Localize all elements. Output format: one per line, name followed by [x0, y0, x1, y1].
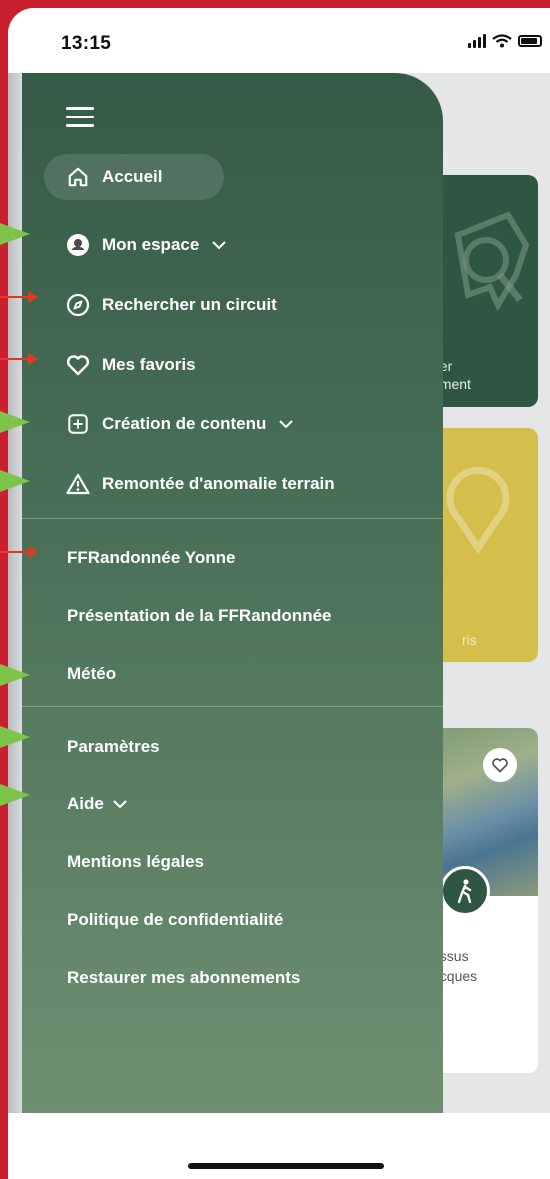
- menu-item-legal-notice[interactable]: Mentions légales: [67, 852, 204, 872]
- menu-item-search-circuit[interactable]: Rechercher un circuit: [66, 293, 277, 317]
- menu-item-ffrandonnee-presentation[interactable]: Présentation de la FFRandonnée: [67, 606, 332, 626]
- phone-screen: her ement ris essus acques 13:15: [8, 8, 550, 1179]
- wifi-icon: [492, 34, 512, 48]
- menu-item-content-creation[interactable]: Création de contenu: [66, 412, 294, 436]
- menu-item-weather[interactable]: Météo: [67, 664, 116, 684]
- cellular-signal-icon: [468, 34, 486, 48]
- annotation-red-arrow: [0, 291, 38, 303]
- home-icon: [66, 165, 90, 189]
- avatar-icon: [66, 233, 90, 257]
- annotation-red-arrow: [0, 546, 38, 558]
- pin-icon: [446, 466, 510, 555]
- menu-item-help[interactable]: Aide: [67, 794, 128, 814]
- menu-item-label: Mon espace: [102, 235, 200, 254]
- status-bar: 13:15: [8, 8, 550, 73]
- trail-favorite-button[interactable]: [483, 748, 517, 782]
- bottom-bar: [8, 1113, 550, 1179]
- status-time: 13:15: [61, 33, 112, 54]
- menu-item-label: Remontée d'anomalie terrain: [102, 474, 335, 493]
- annotation-green-arrow: [0, 223, 30, 245]
- menu-divider: [22, 706, 443, 707]
- menu-item-report-anomaly[interactable]: Remontée d'anomalie terrain: [66, 472, 335, 496]
- menu-divider: [22, 518, 443, 519]
- heart-icon: [66, 353, 90, 377]
- annotation-green-arrow: [0, 784, 30, 806]
- menu-item-home[interactable]: Accueil: [44, 154, 224, 200]
- menu-item-label: Création de contenu: [102, 414, 267, 433]
- menu-item-label: Accueil: [102, 167, 163, 186]
- menu-item-privacy-policy[interactable]: Politique de confidentialité: [67, 910, 283, 930]
- warning-icon: [66, 472, 90, 496]
- chevron-down-icon: [279, 420, 294, 429]
- navigation-drawer: Accueil Mon espace Rechercher un circuit…: [22, 73, 443, 1113]
- menu-item-favorites[interactable]: Mes favoris: [66, 353, 196, 377]
- annotation-green-arrow: [0, 470, 30, 492]
- home-indicator[interactable]: [188, 1163, 384, 1169]
- heart-icon: [492, 758, 508, 773]
- menu-toggle-button[interactable]: [66, 107, 94, 127]
- annotation-green-arrow: [0, 726, 30, 748]
- menu-item-label: Aide: [67, 794, 104, 813]
- annotation-green-arrow: [0, 411, 30, 433]
- menu-item-my-space[interactable]: Mon espace: [66, 233, 227, 257]
- trail-photo: [428, 728, 538, 896]
- menu-item-restore-subscriptions[interactable]: Restaurer mes abonnements: [67, 968, 300, 988]
- menu-item-settings[interactable]: Paramètres: [67, 737, 160, 757]
- menu-item-ffrandonnee-yonne[interactable]: FFRandonnée Yonne: [67, 548, 235, 568]
- chevron-down-icon: [113, 800, 127, 809]
- compass-icon: [66, 293, 90, 317]
- background-card-favorites-label: ris: [462, 632, 477, 648]
- menu-item-label: Rechercher un circuit: [102, 295, 277, 314]
- background-card-favorites: [428, 428, 538, 662]
- annotation-green-arrow: [0, 664, 30, 686]
- menu-item-label: Mes favoris: [102, 355, 196, 374]
- hiker-icon: [457, 879, 472, 904]
- plus-square-icon: [66, 412, 90, 436]
- hiker-badge: [440, 866, 490, 916]
- chevron-down-icon: [212, 241, 227, 250]
- status-icons: [468, 34, 542, 48]
- annotation-red-arrow: [0, 353, 38, 365]
- battery-icon: [518, 35, 542, 47]
